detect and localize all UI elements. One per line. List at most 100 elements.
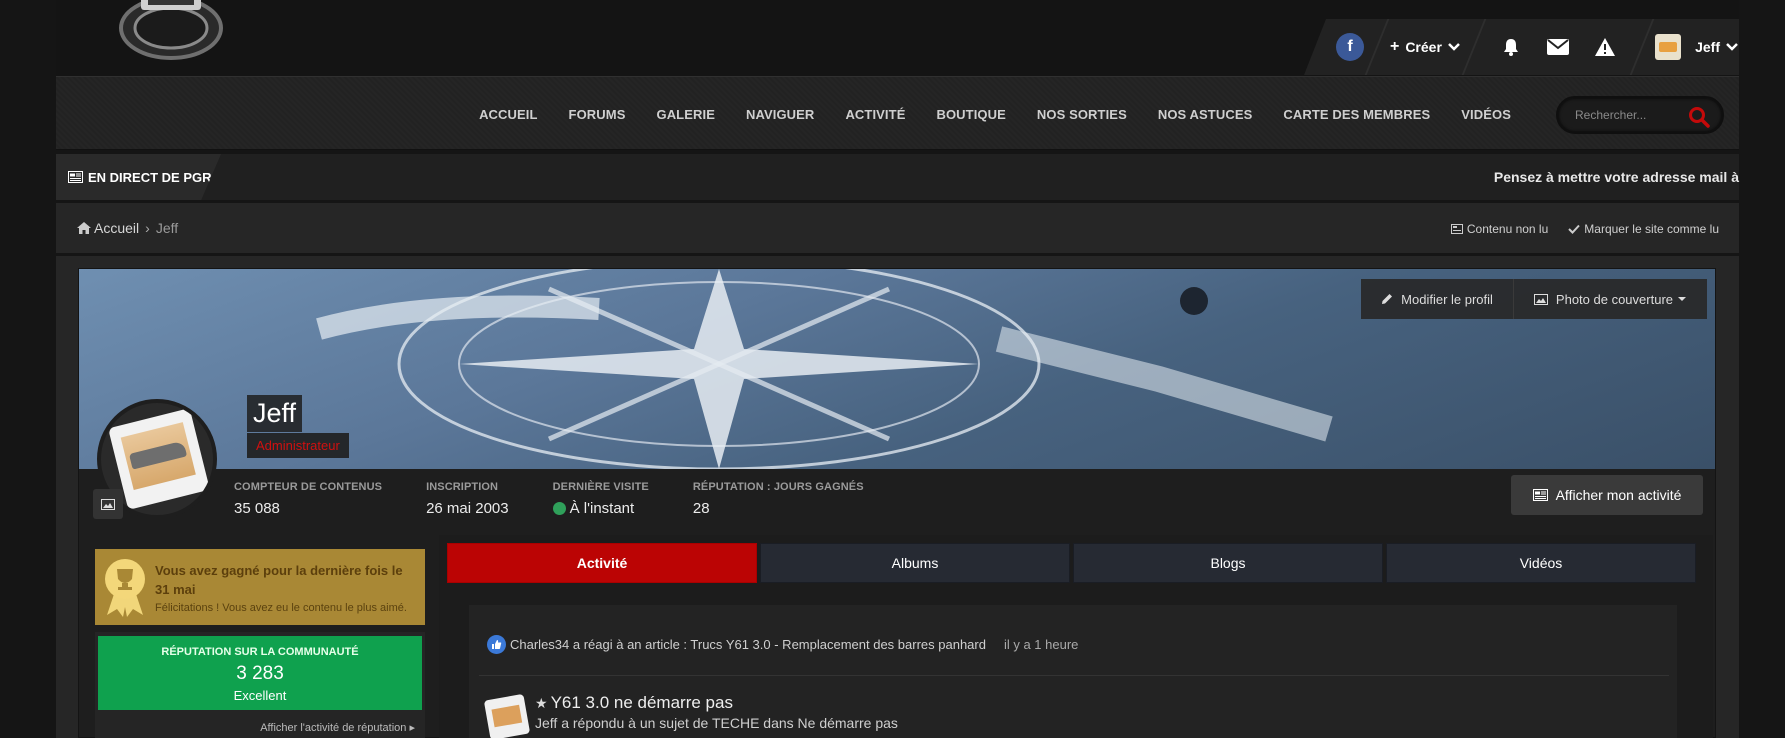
stat-value: 28 — [692, 500, 710, 517]
reports-button[interactable] — [1590, 31, 1621, 63]
mark-read-link[interactable]: Marquer le site comme lu — [1568, 222, 1719, 236]
activity-stream: Charles34 a réagi à an article : Trucs Y… — [469, 605, 1677, 738]
check-icon — [1568, 224, 1581, 234]
caret-down-icon — [1678, 297, 1686, 301]
stream-item-time: il y a 1 heure — [1003, 637, 1079, 652]
reputation-title: RÉPUTATION SUR LA COMMUNAUTÉ — [161, 646, 359, 658]
reputation-activity-link[interactable]: Afficher l'activité de réputation ▸ — [260, 721, 415, 734]
ticker-text[interactable]: Pensez à mettre votre adresse mail à — [1494, 169, 1739, 185]
star-icon: ★ — [535, 694, 548, 711]
stat-value: 35 088 — [234, 500, 280, 517]
user-bar: f + Créer Jeff — [1304, 19, 1739, 75]
nav-item-boutique[interactable]: BOUTIQUE — [936, 107, 1005, 122]
create-menu[interactable]: + Créer — [1390, 19, 1461, 75]
main-nav: ACCUEIL FORUMS GALERIE NAVIGUER ACTIVITÉ… — [56, 76, 1739, 150]
breadcrumb-current: Jeff — [155, 220, 179, 236]
search-input[interactable] — [1575, 108, 1685, 122]
profile-role: Administrateur — [247, 433, 349, 458]
user-menu[interactable]: Jeff — [1655, 19, 1739, 75]
view-activity-button[interactable]: Afficher mon activité — [1511, 475, 1703, 515]
nav-item-videos[interactable]: VIDÉOS — [1461, 107, 1511, 122]
tab-activite[interactable]: Activité — [447, 543, 757, 583]
newspaper-icon — [1450, 224, 1463, 234]
envelope-icon — [1547, 39, 1569, 55]
nav-item-naviguer[interactable]: NAVIGUER — [746, 107, 814, 122]
news-ticker: EN DIRECT DE PGR Pensez à mettre votre a… — [56, 154, 1739, 200]
breadcrumb-separator: › — [145, 220, 150, 236]
stat-label: COMPTEUR DE CONTENUS — [234, 481, 383, 493]
chevron-down-icon — [1726, 43, 1738, 51]
nav-item-galerie[interactable]: GALERIE — [656, 107, 714, 122]
stat-reputation-days: RÉPUTATION : JOURS GAGNÉS 28 — [693, 481, 864, 517]
stat-joined: INSCRIPTION 26 mai 2003 — [426, 481, 509, 517]
stream-item-title[interactable]: ★ Y61 3.0 ne démarre pas — [535, 693, 733, 713]
newspaper-icon — [68, 171, 83, 183]
ticker-label: EN DIRECT DE PGR — [56, 154, 221, 200]
breadcrumb: Accueil › Jeff Contenu non lu Marquer le… — [56, 203, 1739, 253]
award-title: Vous avez gagné pour la dernière fois le… — [155, 563, 403, 597]
breadcrumb-home[interactable]: Accueil — [94, 220, 139, 236]
nav-item-nos-sorties[interactable]: NOS SORTIES — [1037, 107, 1127, 122]
pencil-icon — [1382, 294, 1393, 304]
online-status-icon — [552, 502, 566, 515]
nav-item-activite[interactable]: ACTIVITÉ — [845, 107, 905, 122]
profile-card: Modifier le profil Photo de couverture J… — [78, 268, 1716, 738]
stat-value-wrap: À l'instant — [552, 500, 649, 517]
profile-tabs: Activité Albums Blogs Vidéos — [447, 543, 1699, 583]
divider — [1461, 19, 1487, 75]
top-bar: f + Créer Jeff — [56, 0, 1739, 76]
edit-avatar-button[interactable] — [93, 489, 123, 519]
edit-profile-label: Modifier le profil — [1401, 291, 1493, 307]
nav-item-forums[interactable]: FORUMS — [569, 107, 626, 122]
divider — [1629, 19, 1655, 75]
edit-profile-button[interactable]: Modifier le profil — [1361, 279, 1513, 319]
bell-icon — [1503, 39, 1518, 56]
mark-read-label: Marquer le site comme lu — [1584, 222, 1719, 236]
cover-photo: Modifier le profil Photo de couverture J… — [79, 269, 1715, 469]
divider — [479, 675, 1669, 676]
warning-icon — [1595, 38, 1616, 56]
stat-label: INSCRIPTION — [426, 481, 499, 493]
divider — [1364, 19, 1390, 75]
main-content: Modifier le profil Photo de couverture J… — [56, 256, 1739, 738]
notifications-button[interactable] — [1495, 31, 1526, 63]
cover-photo-button[interactable]: Photo de couverture — [1512, 279, 1707, 319]
home-icon — [77, 222, 91, 234]
tab-videos[interactable]: Vidéos — [1386, 543, 1696, 583]
stream-item-title-text: Y61 3.0 ne démarre pas — [550, 693, 733, 712]
caret-right-icon: ▸ — [409, 722, 415, 734]
nav-item-nos-astuces[interactable]: NOS ASTUCES — [1158, 107, 1253, 122]
unread-content-link[interactable]: Contenu non lu — [1450, 222, 1549, 236]
image-icon — [1533, 293, 1548, 305]
stat-value: 26 mai 2003 — [426, 500, 509, 517]
list-item[interactable]: Charles34 a réagi à an article : Trucs Y… — [487, 635, 1078, 654]
reputation-box: RÉPUTATION SUR LA COMMUNAUTÉ 3 283 Excel… — [95, 632, 425, 738]
stat-last-visit: DERNIÈRE VISITE À l'instant — [552, 481, 649, 517]
messages-button[interactable] — [1542, 31, 1573, 63]
nav-item-accueil[interactable]: ACCUEIL — [479, 107, 537, 122]
tab-blogs[interactable]: Blogs — [1073, 543, 1383, 583]
tab-albums[interactable]: Albums — [760, 543, 1070, 583]
cover-actions: Modifier le profil Photo de couverture — [1361, 279, 1707, 319]
stream-item-text: Charles34 a réagi à an article : Trucs Y… — [510, 637, 986, 652]
search-icon[interactable] — [1688, 106, 1710, 128]
profile-name: Jeff — [247, 395, 303, 432]
site-logo[interactable] — [96, 0, 246, 60]
stat-content-count: COMPTEUR DE CONTENUS 35 088 — [234, 481, 382, 517]
like-icon — [487, 635, 506, 654]
leaderboard-award: Vous avez gagné pour la dernière fois le… — [95, 549, 425, 625]
chevron-down-icon — [1448, 43, 1460, 51]
avatar — [1655, 34, 1682, 60]
avatar — [483, 693, 531, 738]
unread-content-label: Contenu non lu — [1466, 222, 1549, 236]
nav-item-carte-membres[interactable]: CARTE DES MEMBRES — [1283, 107, 1430, 122]
reputation-link-label: Afficher l'activité de réputation — [260, 722, 407, 734]
stat-label: RÉPUTATION : JOURS GAGNÉS — [692, 481, 864, 493]
profile-name-box: Jeff Administrateur — [247, 395, 349, 458]
facebook-icon: f — [1336, 33, 1364, 61]
trophy-icon — [95, 549, 155, 625]
stat-value: À l'instant — [569, 500, 635, 517]
reputation-badge: RÉPUTATION SUR LA COMMUNAUTÉ 3 283 Excel… — [98, 636, 422, 710]
avatar-frame — [108, 408, 210, 510]
facebook-link[interactable]: f — [1336, 19, 1364, 75]
